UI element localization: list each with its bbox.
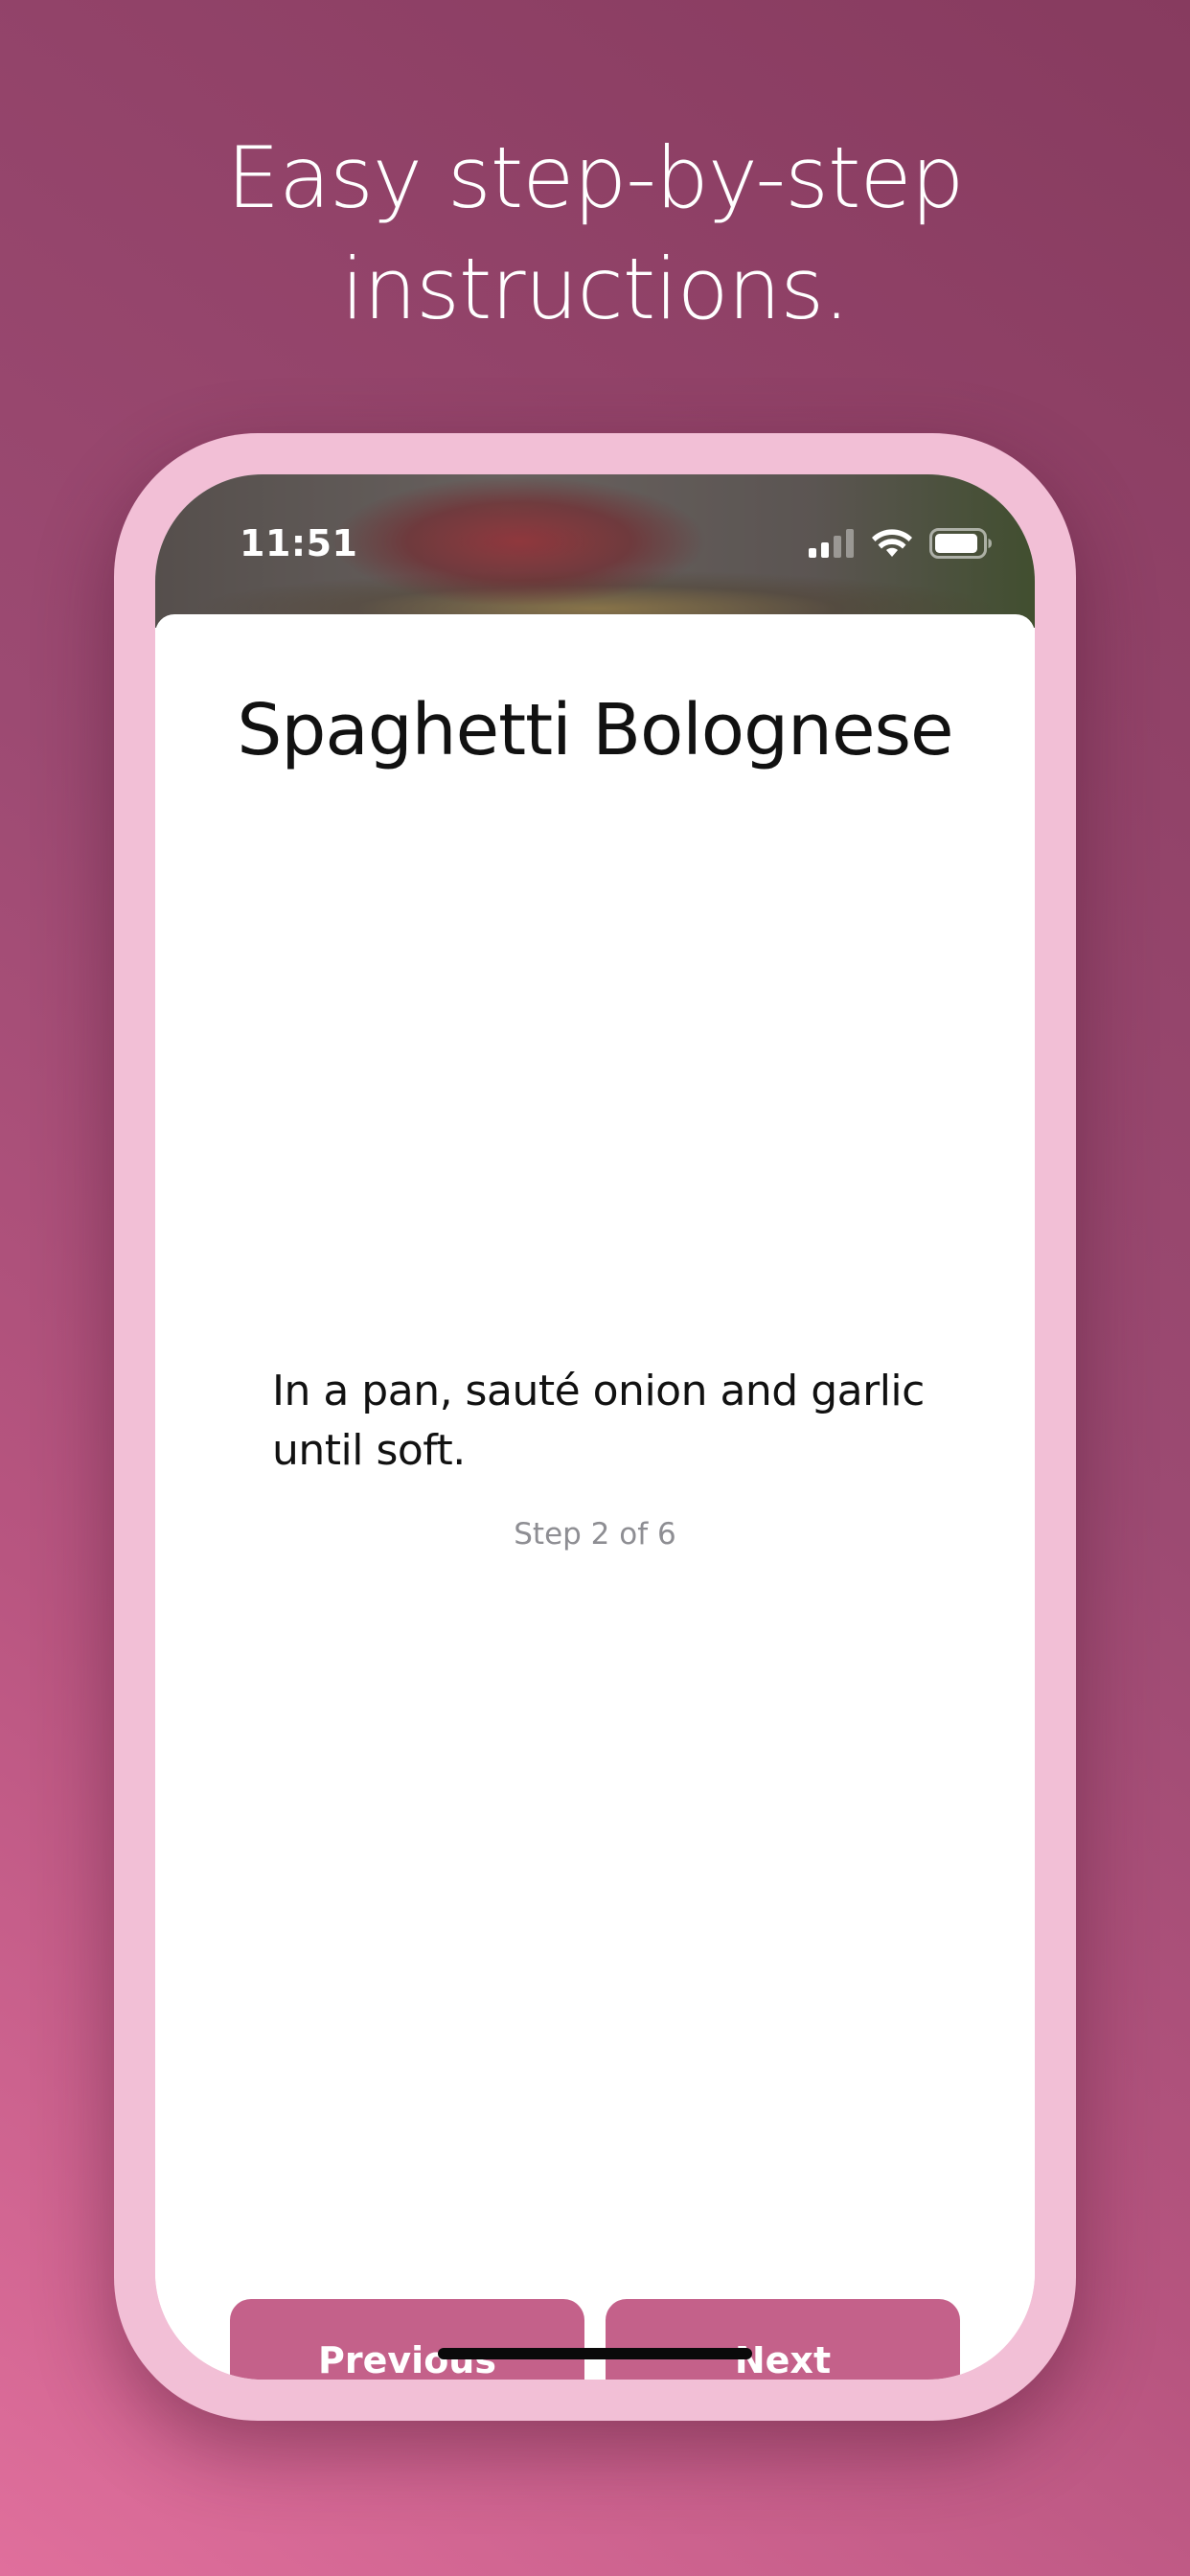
- wifi-icon: [872, 528, 912, 559]
- promo-headline-line-1: Easy step-by-step: [226, 128, 964, 227]
- previous-step-button-label: Previous: [318, 2339, 496, 2380]
- step-navigation: Previous Next: [230, 2299, 960, 2380]
- next-step-button-label: Next: [734, 2339, 832, 2380]
- promo-headline-line-2: instructions.: [340, 240, 850, 338]
- instruction-sheet: Spaghetti Bolognese In a pan, sauté onio…: [155, 614, 1035, 2380]
- previous-step-button[interactable]: Previous: [230, 2299, 584, 2380]
- phone-screen: 11:51 Spaghetti Bolognese In a pan, saut…: [155, 474, 1035, 2380]
- step-instruction-text: In a pan, sauté onion and garlic until s…: [272, 1367, 925, 1475]
- phone-frame: 11:51 Spaghetti Bolognese In a pan, saut…: [114, 433, 1076, 2421]
- next-step-button[interactable]: Next: [606, 2299, 960, 2380]
- home-indicator[interactable]: [438, 2348, 752, 2359]
- status-bar-icons: [809, 526, 993, 561]
- battery-icon: [929, 528, 993, 559]
- status-bar-time: 11:51: [240, 522, 358, 564]
- recipe-title: Spaghetti Bolognese: [237, 689, 953, 771]
- cellular-signal-icon: [809, 529, 855, 558]
- step-counter: Step 2 of 6: [514, 1517, 676, 1552]
- promo-headline: Easy step-by-step instructions.: [0, 123, 1190, 345]
